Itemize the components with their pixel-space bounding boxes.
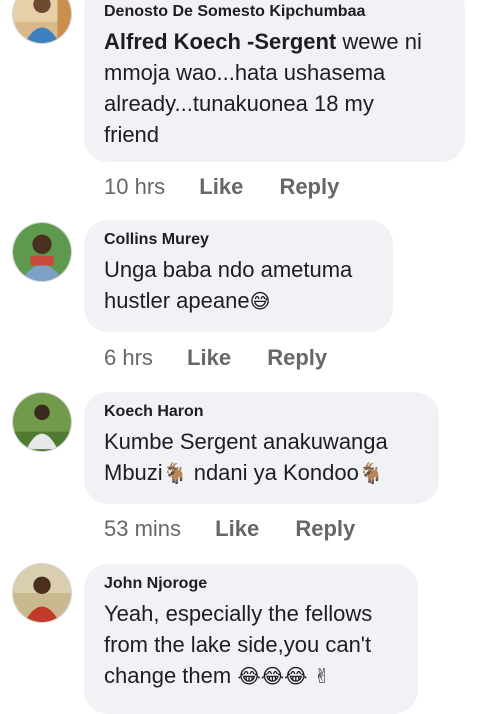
comment-author[interactable]: Denosto De Somesto Kipchumbaa: [104, 2, 445, 22]
comment-actions: 53 mins Like Reply: [104, 516, 355, 542]
comment-text: Kumbe Sergent anakuwanga Mbuzi🐐 ndani ya…: [104, 429, 388, 485]
like-button[interactable]: Like: [199, 174, 243, 200]
avatar[interactable]: [12, 222, 72, 282]
comment-timestamp: 53 mins: [104, 516, 182, 541]
comment-text: Unga baba ndo ametuma hustler apeane😅: [104, 257, 353, 313]
avatar[interactable]: [12, 563, 72, 623]
grinning-sweat-emoji: 😅: [249, 289, 271, 313]
comment-text: Alfred Koech -Sergent wewe ni mmoja wao.…: [104, 29, 422, 147]
comment-bubble: Collins Murey Unga baba ndo ametuma hust…: [84, 220, 393, 332]
comment-author[interactable]: Koech Haron: [104, 402, 419, 422]
comment-actions: 10 hrs Like Reply: [104, 174, 339, 200]
comment-actions: 6 hrs Like Reply: [104, 345, 327, 371]
avatar[interactable]: [12, 392, 72, 452]
tears-of-joy-emoji: 😂: [284, 664, 308, 688]
comment-timestamp: 6 hrs: [104, 345, 153, 370]
mention-link[interactable]: Alfred Koech -Sergent: [104, 29, 336, 54]
victory-hand-emoji: ✌: [313, 664, 331, 688]
avatar[interactable]: [12, 0, 72, 44]
goat-emoji: 🐐: [358, 461, 384, 485]
comment-bubble: Koech Haron Kumbe Sergent anakuwanga Mbu…: [84, 392, 439, 504]
comment-bubble: John Njoroge Yeah, especially the fellow…: [84, 564, 418, 714]
comment-author[interactable]: Collins Murey: [104, 230, 373, 250]
comment-timestamp: 10 hrs: [104, 174, 166, 199]
reply-button[interactable]: Reply: [295, 516, 355, 542]
like-button[interactable]: Like: [187, 345, 231, 371]
goat-emoji: 🐐: [162, 461, 188, 485]
tears-of-joy-emoji: 😂: [260, 664, 285, 688]
reply-button[interactable]: Reply: [279, 174, 339, 200]
like-button[interactable]: Like: [215, 516, 259, 542]
reply-button[interactable]: Reply: [267, 345, 327, 371]
comment-bubble: Denosto De Somesto Kipchumbaa Alfred Koe…: [84, 0, 465, 162]
comment-author[interactable]: John Njoroge: [104, 574, 398, 594]
tears-of-joy-emoji: 😂: [237, 664, 261, 688]
comment-text: Yeah, especially the fellows from the la…: [104, 601, 373, 688]
